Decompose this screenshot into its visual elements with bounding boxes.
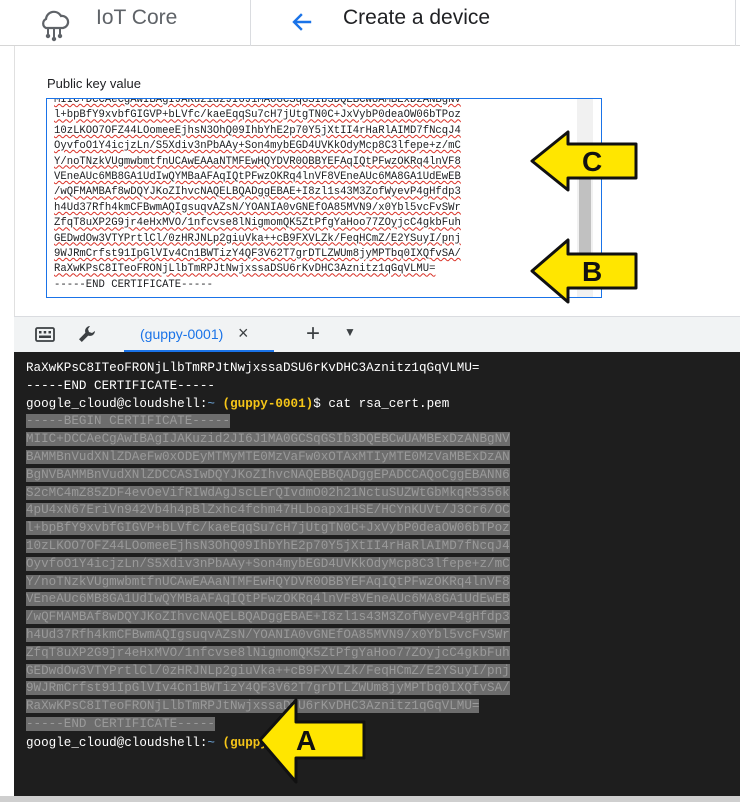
cert-line: VEneAUc6MB8GA1UdIwQYMBaAFAqIQtPFwzOKRq4l… — [26, 592, 510, 607]
appbar-divider — [250, 0, 251, 46]
prompt-tilde: ~ — [207, 735, 215, 750]
prompt-user-host: google_cloud@cloudshell: — [26, 735, 208, 750]
key-end-line: -----END CERTIFICATE----- — [54, 278, 213, 291]
cert-line: 4pU4xN67EriVn942Vb4h4pBlZxhc4fchm47HLboa… — [26, 503, 510, 518]
annotation-arrow-c: C — [530, 130, 638, 192]
cert-line: S2cMC4mZ85ZDF4evOeVifRIWdAgJscLErQIvdmO0… — [26, 485, 510, 500]
cert-line: -----BEGIN CERTIFICATE----- — [26, 414, 231, 429]
close-tab-icon[interactable]: × — [238, 323, 249, 344]
prompt-dollar: $ — [313, 396, 321, 411]
public-key-text: MIIC+DCCAeCgAwIBAgIJAKuzid2JI6J1MA0GCSqG… — [54, 98, 574, 293]
annotation-arrow-b: B — [530, 238, 638, 304]
key-line: GEDwdOw3VTYPrtlCl/0zHRJNLp2giuVka++cB9FX… — [54, 232, 461, 245]
cert-line: h4Ud37Rfh4kmCFBwmAQIgsuqvAZsN/YOANIA0vGN… — [26, 627, 510, 642]
key-line: OyvfoO1Y4icjzLn/S5Xdiv3nPbAAy+Son4mybEGD… — [54, 140, 461, 153]
prompt-user-host: google_cloud@cloudshell: — [26, 396, 208, 411]
terminal-line: RaXwKPsC8ITeoFRONjLlbTmRPJtNwjxssaDSU6rK… — [26, 361, 480, 375]
cert-line: BgNVBAMMBnVudXNlZDCCASIwDQYJKoZIhvcNAQEB… — [26, 467, 510, 482]
page-title: Create a device — [343, 6, 491, 29]
cert-line: ZfqT8uXP2G9jr4eHxMVO/1nfcvse8lNigmomQK5Z… — [26, 645, 510, 660]
terminal[interactable]: RaXwKPsC8ITeoFRONjLlbTmRPJtNwjxssaDSU6rK… — [14, 352, 740, 796]
cert-line: 9WJRmCrfst91IpGlVIv4Cn1BWTizY4QF3V62T7gr… — [26, 681, 510, 696]
cert-line: OyvfoO1Y4icjzLn/S5Xdiv3nPbAAy+Son4mybEGD… — [26, 556, 510, 571]
prompt-line: google_cloud@cloudshell:~ (guppy-0001)$ … — [26, 396, 510, 414]
prompt-project: (guppy-0001) — [222, 396, 314, 411]
cert-line: RaXwKPsC8ITeoFRONjLlbTmRPJtNwjxssaDSU6rK… — [26, 699, 480, 714]
prompt-tilde: ~ — [207, 396, 215, 411]
terminal-line: -----END CERTIFICATE----- — [26, 378, 215, 393]
cloud-shell-tab-bar: (guppy-0001) × + ▼ — [14, 316, 740, 353]
key-line: 10zLKOO7OFZ44LOomeeEjhsN3OhQ09IhbYhE2p70… — [54, 124, 461, 137]
window-bottom-edge — [0, 796, 740, 802]
key-line: Y/noTNzkVUgmwbmtfnUCAwEAAaNTMFEwHQYDVR0O… — [54, 155, 461, 168]
annotation-label-c: C — [582, 146, 602, 177]
key-line: h4Ud37Rfh4kmCFBwmAQIgsuqvAZsN/YOANIA0vGN… — [54, 201, 461, 214]
annotation-label-b: B — [582, 256, 602, 287]
cert-line: MIIC+DCCAeCgAwIBAgIJAKuzid2JI6J1MA0GCSqG… — [26, 432, 510, 447]
iot-core-logo-icon — [42, 10, 70, 42]
key-line: l+bpBfY9xvbfGIGVP+bLVfc/kaeEqqSu7cH7jUtg… — [54, 109, 461, 122]
cert-line: l+bpBfY9xvbfGIGVP+bLVfc/kaeEqqSu7cH7jUtg… — [26, 521, 510, 536]
keyboard-icon[interactable] — [34, 323, 56, 345]
public-key-textarea[interactable]: MIIC+DCCAeCgAwIBAgIJAKuzid2JI6J1MA0GCSqG… — [46, 98, 602, 298]
key-line: 9WJRmCrfst91IpGlVIv4Cn1BWTizY4QF3V62T7gr… — [54, 248, 461, 261]
cert-line: BAMMBnVudXNlZDAeFw0xODEyMTMyMTE0MzVaFw0x… — [26, 449, 510, 464]
key-line: ZfqT8uXP2G9jr4eHxMVO/1nfcvse8lNigmomQK5Z… — [54, 217, 461, 230]
key-line: /wQFMAMBAf8wDQYJKoZIhvcNAQELBQADggEBAE+I… — [54, 186, 461, 199]
cert-line: GEDwdOw3VTYPrtlCl/0zHRJNLp2giuVka++cB9FX… — [26, 663, 510, 678]
key-line: MIIC+DCCAeCgAwIBAgIJAKuzid2JI6J1MA0GCSqG… — [54, 98, 461, 106]
cert-line: /wQFMAMBAf8wDQYJKoZIhvcNAQELBQADggEBAE+I… — [26, 610, 510, 625]
wrench-icon[interactable] — [76, 323, 98, 345]
command-text: cat rsa_cert.pem — [328, 396, 450, 411]
back-arrow-icon[interactable] — [288, 8, 316, 36]
key-line: VEneAUc6MB8GA1UdIwQYMBaAFAqIQtPFwzOKRq4l… — [54, 171, 461, 184]
tab-menu-icon[interactable]: ▼ — [344, 325, 356, 339]
cert-line: 10zLKOO7OFZ44LOomeeEjhsN3OhQ09IhbYhE2p70… — [26, 538, 510, 553]
tab-guppy-0001[interactable]: (guppy-0001) — [140, 326, 223, 342]
cert-line: Y/noTNzkVUgmwbmtfnUCAwEAAaNTMFEwHQYDVR0O… — [26, 574, 510, 589]
cert-line: -----END CERTIFICATE----- — [26, 716, 215, 731]
appbar-edge — [735, 0, 736, 46]
terminal-output: RaXwKPsC8ITeoFRONjLlbTmRPJtNwjxssaDSU6rK… — [26, 360, 510, 753]
product-name: IoT Core — [96, 6, 178, 29]
key-line: RaXwKPsC8ITeoFRONjLlbTmRPJtNwjxssaDSU6rK… — [54, 263, 436, 276]
add-tab-icon[interactable]: + — [306, 320, 320, 348]
selected-cert-block[interactable]: -----BEGIN CERTIFICATE----- MIIC+DCCAeCg… — [26, 413, 510, 733]
app-bar: IoT Core Create a device — [0, 0, 740, 46]
annotation-arrow-a: A — [258, 698, 366, 784]
annotation-label-a: A — [296, 725, 316, 756]
public-key-label: Public key value — [47, 76, 141, 91]
